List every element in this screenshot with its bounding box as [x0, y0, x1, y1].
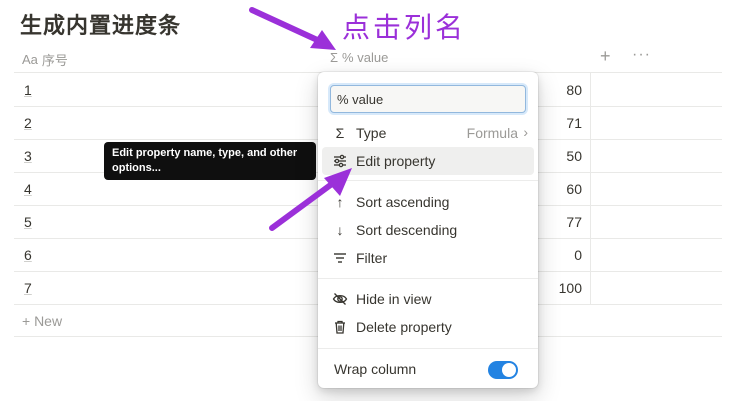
menu-item-sort-ascending[interactable]: ↑ Sort ascending — [322, 188, 534, 216]
table-header: Aa 序号 Σ % value + ··· — [14, 44, 722, 73]
tooltip: Edit property name, type, and other opti… — [104, 142, 316, 180]
column-header-label: % value — [342, 50, 389, 65]
new-row-label: + New — [22, 313, 63, 329]
menu-item-label: Sort descending — [356, 222, 458, 238]
menu-item-wrap-column[interactable]: Wrap column — [322, 355, 534, 383]
add-column-button[interactable]: + — [600, 46, 611, 67]
menu-item-label: Edit property — [356, 153, 436, 169]
row-value: 71 — [566, 115, 582, 131]
menu-divider — [318, 180, 538, 181]
menu-item-hide-in-view[interactable]: Hide in view — [322, 285, 534, 313]
menu-item-label: Sort ascending — [356, 194, 450, 210]
row-value: 80 — [566, 82, 582, 98]
row-value: 100 — [558, 280, 582, 296]
row-value: 50 — [566, 148, 582, 164]
text-type-icon: Aa — [22, 52, 38, 67]
row-value: 0 — [574, 247, 582, 263]
toggle-knob — [502, 363, 516, 377]
sigma-icon: Σ — [335, 125, 345, 141]
filter-icon — [332, 250, 348, 266]
trash-icon — [332, 319, 348, 335]
menu-divider — [318, 278, 538, 279]
row-index: 4 — [24, 181, 32, 197]
row-value: 60 — [566, 181, 582, 197]
row-index: 7 — [24, 280, 32, 296]
page-title: 生成内置进度条 — [20, 13, 182, 38]
wrap-column-toggle[interactable] — [488, 361, 518, 379]
row-index: 2 — [24, 115, 32, 131]
menu-item-type[interactable]: Σ Type Formula › — [322, 119, 534, 147]
column-header-index[interactable]: Aa 序号 — [22, 50, 68, 69]
arrow-up-icon: ↑ — [336, 194, 344, 210]
menu-item-label: Filter — [356, 250, 388, 266]
eye-slash-icon — [332, 291, 348, 307]
chevron-right-icon: › — [523, 124, 528, 140]
menu-item-sort-descending[interactable]: ↓ Sort descending — [322, 216, 534, 244]
row-index: 6 — [24, 247, 32, 263]
row-value: 77 — [566, 214, 582, 230]
menu-item-label: Type — [356, 125, 387, 141]
arrow-down-icon: ↓ — [336, 222, 344, 238]
sigma-icon: Σ — [330, 50, 339, 65]
menu-item-edit-property[interactable]: Edit property — [322, 147, 534, 175]
sliders-icon — [332, 153, 348, 169]
column-header-label: 序号 — [41, 53, 68, 68]
menu-item-filter[interactable]: Filter — [322, 244, 534, 272]
menu-item-label: Wrap column — [334, 361, 417, 377]
type-value: Formula — [466, 125, 518, 141]
menu-divider — [318, 348, 538, 349]
annotation-instruction: 点击列名 — [342, 11, 467, 44]
row-index: 3 — [24, 148, 32, 164]
menu-item-delete-property[interactable]: Delete property — [322, 313, 534, 341]
property-name-input[interactable] — [330, 85, 526, 113]
row-index: 5 — [24, 214, 32, 230]
column-header-value[interactable]: Σ % value — [330, 50, 388, 65]
menu-item-label: Delete property — [356, 319, 452, 335]
row-index: 1 — [24, 82, 32, 98]
menu-item-label: Hide in view — [356, 291, 432, 307]
property-menu: Σ Type Formula › Edit property ↑ Sort as… — [318, 72, 538, 388]
more-options-button[interactable]: ··· — [632, 46, 651, 64]
